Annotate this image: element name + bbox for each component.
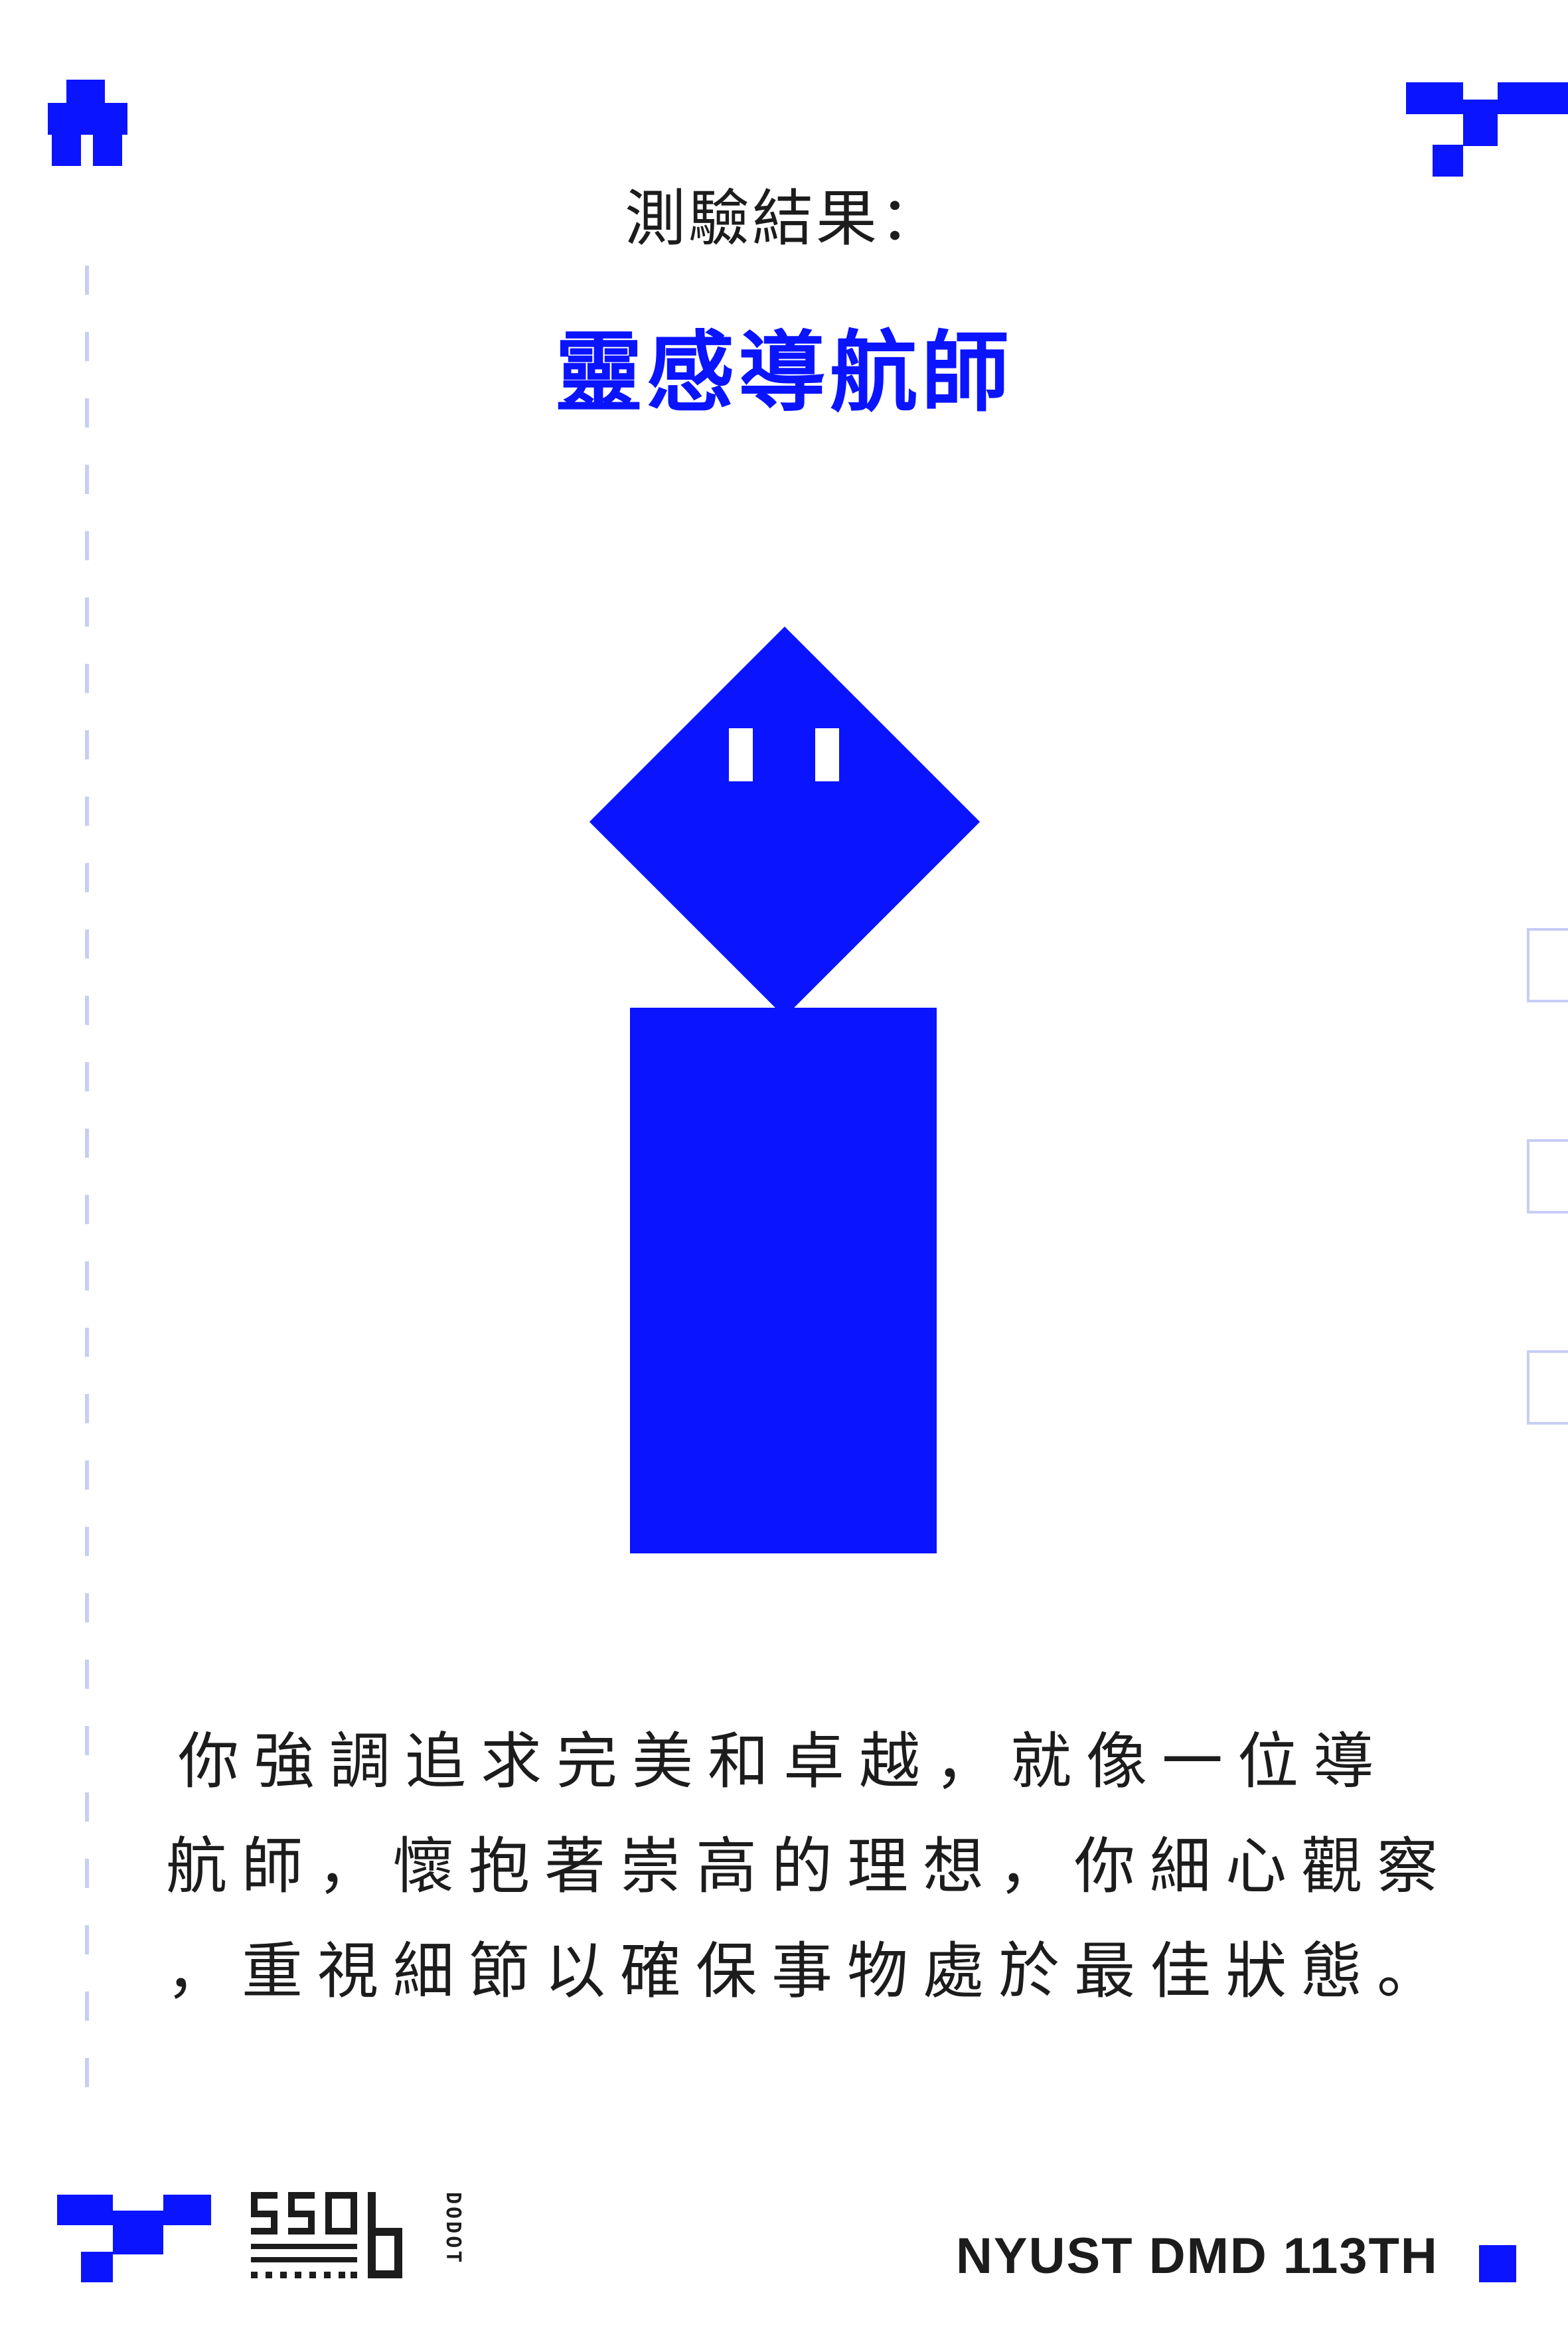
brand-logo <box>251 2192 402 2278</box>
character-right-eye <box>815 728 839 781</box>
side-outline-box <box>1527 1350 1568 1425</box>
character-head <box>589 626 980 1018</box>
result-name: 靈感導航師 <box>555 322 1013 424</box>
result-description: 你強調追求完美和卓越，就像一位導 航師，懷抱著崇高的理想，你細心觀察 ，重視細節… <box>166 1709 1453 2024</box>
description-line: 你強調追求完美和卓越，就像一位導 <box>177 1726 1389 1797</box>
description-line: ，重視細節以確保事物處於最佳狀態。 <box>166 1936 1453 2007</box>
square-icon <box>1479 2245 1516 2282</box>
side-outline-box <box>1527 1139 1568 1214</box>
brand-sub-text: DODOT <box>441 2192 465 2266</box>
character-left-eye <box>729 728 753 781</box>
description-line: 航師，懷抱著崇高的理想，你細心觀察 <box>166 1831 1453 1902</box>
result-label: 測驗結果： <box>624 183 943 254</box>
footer-credit: NYUST DMD 113TH <box>956 2228 1439 2284</box>
character-body <box>630 1008 937 1553</box>
dashed-guide-line <box>85 266 89 2098</box>
side-outline-box <box>1527 928 1568 1002</box>
